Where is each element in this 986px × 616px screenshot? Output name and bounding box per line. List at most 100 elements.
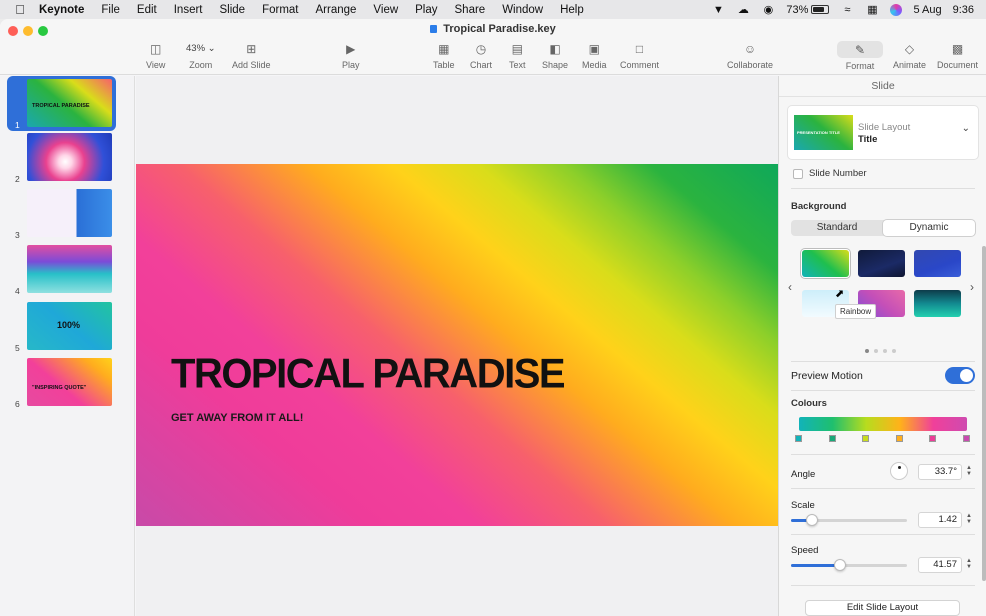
- text-box-icon: ▤: [511, 42, 523, 56]
- slide-2-preview: [27, 133, 112, 181]
- pager-dot-3[interactable]: [883, 349, 887, 353]
- colour-stop-2[interactable]: [829, 435, 836, 442]
- play-button[interactable]: ▶ Play: [342, 41, 360, 70]
- toolbar: Tropical Paradise.key ◫ View 43% ⌄ Zoom …: [0, 19, 986, 75]
- menu-insert[interactable]: Insert: [174, 4, 203, 16]
- chart-button[interactable]: ◷ Chart: [470, 41, 492, 70]
- slide-layout-selector[interactable]: PRESENTATION TITLE Slide Layout Title ⌄: [787, 105, 979, 160]
- menubar-time[interactable]: 9:36: [953, 4, 974, 16]
- collaborate-button[interactable]: ☺ Collaborate: [727, 41, 773, 70]
- table-button[interactable]: ▦ Table: [433, 41, 455, 70]
- cloud-icon[interactable]: ☁: [736, 4, 750, 16]
- menu-edit[interactable]: Edit: [137, 4, 157, 16]
- background-swatch-rainbow[interactable]: [802, 250, 849, 277]
- scale-slider-knob[interactable]: [806, 514, 818, 526]
- current-slide[interactable]: TROPICAL PARADISE GET AWAY FROM IT ALL!: [136, 164, 778, 526]
- menubar-date[interactable]: 5 Aug: [913, 4, 941, 16]
- menu-window[interactable]: Window: [502, 4, 543, 16]
- preview-motion-label: Preview Motion: [791, 370, 863, 382]
- colour-stop-6[interactable]: [963, 435, 970, 442]
- menu-arrange[interactable]: Arrange: [316, 4, 357, 16]
- inspector-tab-slide[interactable]: Slide: [779, 76, 986, 97]
- segment-standard[interactable]: Standard: [791, 220, 883, 236]
- scale-stepper[interactable]: ▲ ▼: [965, 513, 973, 525]
- angle-label: Angle: [791, 469, 816, 480]
- preview-motion-toggle[interactable]: [945, 367, 975, 384]
- collaborate-icon: ☺: [743, 42, 757, 56]
- slide-5-preview: 100%: [27, 302, 112, 350]
- angle-dial[interactable]: [890, 462, 908, 480]
- view-button[interactable]: ◫ View: [146, 41, 165, 70]
- add-slide-button[interactable]: ⊞ Add Slide: [232, 41, 271, 70]
- background-swatch-ocean[interactable]: [914, 290, 961, 317]
- menu-app[interactable]: Keynote: [39, 4, 84, 16]
- format-inspector: Slide PRESENTATION TITLE Slide Layout Ti…: [778, 76, 986, 616]
- background-swatch-blue[interactable]: [914, 250, 961, 277]
- slide-title-text[interactable]: TROPICAL PARADISE: [171, 351, 566, 398]
- colour-stop-4[interactable]: [896, 435, 903, 442]
- media-button[interactable]: ▣ Media: [582, 41, 607, 70]
- slide-canvas[interactable]: TROPICAL PARADISE GET AWAY FROM IT ALL!: [136, 76, 778, 616]
- speed-slider-knob[interactable]: [834, 559, 846, 571]
- slide-subtitle-text[interactable]: GET AWAY FROM IT ALL!: [171, 412, 303, 424]
- menu-share[interactable]: Share: [455, 4, 486, 16]
- menu-slide[interactable]: Slide: [220, 4, 246, 16]
- menu-format[interactable]: Format: [262, 4, 298, 16]
- apple-menu-icon[interactable]: : [13, 2, 27, 17]
- chart-icon: ◷: [475, 42, 487, 56]
- play-icon: ▶: [346, 42, 356, 56]
- scale-field[interactable]: 1.42: [918, 512, 962, 528]
- pager-dot-1[interactable]: [865, 349, 869, 353]
- scale-slider[interactable]: [791, 514, 907, 526]
- document-button[interactable]: ▩ Document: [937, 41, 978, 70]
- angle-stepper[interactable]: ▲ ▼: [965, 465, 973, 477]
- edit-slide-layout-button[interactable]: Edit Slide Layout: [805, 600, 960, 616]
- vpn-icon[interactable]: ▼: [711, 4, 725, 16]
- gradient-colour-bar[interactable]: [799, 417, 967, 431]
- slide-number-checkbox[interactable]: [793, 168, 803, 179]
- slide-layout-name: Title: [858, 134, 878, 145]
- slide-number-5: 5: [15, 343, 20, 353]
- divider: [791, 534, 975, 535]
- battery-status[interactable]: 73%: [786, 4, 830, 16]
- comment-button[interactable]: □ Comment: [620, 41, 659, 70]
- chevron-down-icon: ⌄: [961, 123, 970, 134]
- inspector-scrollbar[interactable]: [982, 246, 986, 581]
- segment-dynamic[interactable]: Dynamic: [883, 220, 975, 236]
- mouse-pointer-icon: ⬈: [835, 288, 845, 300]
- menu-help[interactable]: Help: [560, 4, 584, 16]
- shape-button[interactable]: ◧ Shape: [542, 41, 568, 70]
- text-button[interactable]: ▤ Text: [509, 41, 526, 70]
- document-title: Tropical Paradise.key: [0, 23, 986, 35]
- chevron-left-icon[interactable]: ‹: [788, 280, 792, 294]
- slide-1-preview: TROPICAL PARADISE: [27, 79, 112, 127]
- format-button[interactable]: ✎ Format: [837, 41, 883, 71]
- pager-dot-4[interactable]: [892, 349, 896, 353]
- background-type-control: Standard Dynamic: [791, 220, 975, 236]
- slide-number-option[interactable]: Slide Number: [793, 168, 867, 179]
- wifi-icon[interactable]: ≈: [840, 4, 854, 16]
- speed-field[interactable]: 41.57: [918, 557, 962, 573]
- pager-dot-2[interactable]: [874, 349, 878, 353]
- siri-icon[interactable]: [890, 3, 903, 16]
- divider: [791, 188, 975, 189]
- menu-file[interactable]: File: [101, 4, 120, 16]
- speed-stepper[interactable]: ▲ ▼: [965, 558, 973, 570]
- divider: [791, 361, 975, 362]
- chevron-right-icon[interactable]: ›: [970, 280, 974, 294]
- colour-stop-3[interactable]: [862, 435, 869, 442]
- menu-play[interactable]: Play: [415, 4, 437, 16]
- slide-number-2: 2: [15, 174, 20, 184]
- zoom-button[interactable]: 43% ⌄ Zoom: [186, 41, 216, 70]
- control-center-icon[interactable]: ▦: [865, 4, 879, 16]
- background-swatch-night[interactable]: [858, 250, 905, 277]
- colour-stop-1[interactable]: [795, 435, 802, 442]
- slide-4-preview: [27, 245, 112, 293]
- speed-slider[interactable]: [791, 559, 907, 571]
- colour-stop-5[interactable]: [929, 435, 936, 442]
- animate-button[interactable]: ◇ Animate: [893, 41, 926, 70]
- user-icon[interactable]: ◉: [761, 4, 775, 16]
- angle-field[interactable]: 33.7°: [918, 464, 962, 480]
- paintbrush-icon: ✎: [837, 41, 883, 58]
- menu-view[interactable]: View: [373, 4, 398, 16]
